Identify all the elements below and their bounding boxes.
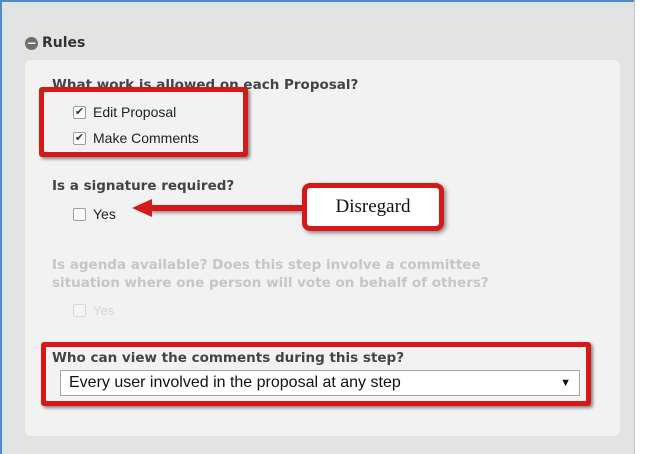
right-edge-strip (634, 0, 647, 454)
agenda-yes-checkbox (73, 304, 86, 317)
disregard-callout: Disregard (302, 183, 444, 231)
signature-question: Is a signature required? (52, 178, 235, 194)
agenda-question-line-1: Is agenda available? Does this step invo… (52, 257, 481, 273)
disregard-callout-text: Disregard (335, 196, 411, 217)
annotation-arrow-icon (132, 199, 152, 217)
agenda-yes-label: Yes (93, 303, 115, 318)
collapse-icon[interactable]: − (25, 36, 38, 50)
rules-section-header[interactable]: − Rules (25, 35, 85, 51)
signature-yes-label[interactable]: Yes (93, 206, 116, 222)
signature-yes-option[interactable]: Yes (73, 206, 116, 222)
section-title: Rules (42, 35, 86, 51)
annotation-arrow-shaft (150, 205, 302, 211)
agenda-question-line-2: situation where one person will vote on … (52, 275, 489, 291)
highlight-box-work-options (39, 87, 248, 157)
signature-yes-checkbox[interactable] (73, 207, 86, 221)
agenda-yes-option: Yes (73, 303, 114, 318)
highlight-box-view-comments (41, 342, 591, 406)
